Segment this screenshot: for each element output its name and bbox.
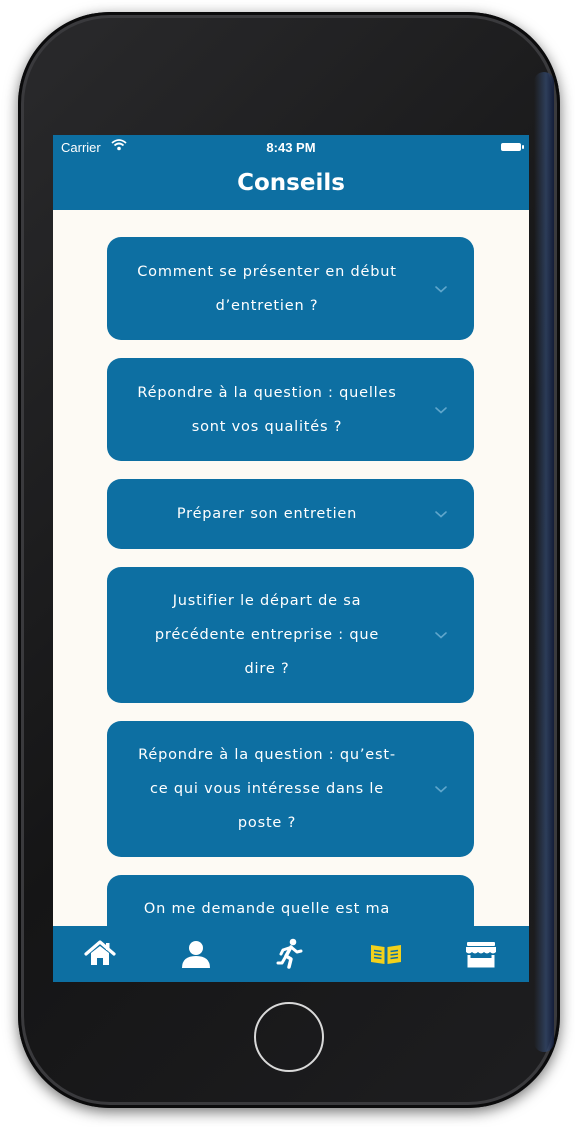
- home-button[interactable]: [254, 1002, 324, 1072]
- accordion-item-label: Répondre à la question : quelles sont vo…: [127, 376, 407, 444]
- chevron-down-icon: [435, 786, 447, 793]
- label-line: poste ?: [237, 815, 297, 831]
- chevron-down-icon: [435, 407, 447, 414]
- accordion-item-label: Préparer son entretien: [127, 497, 407, 531]
- accordion-item-label: Justifier le départ de sa précédente ent…: [127, 584, 407, 686]
- accordion-item-interest[interactable]: Répondre à la question : qu’est- ce qui …: [107, 721, 474, 857]
- label-line: Justifier le départ de sa: [172, 593, 362, 609]
- header: Carrier 8:43 PM Conseils: [53, 135, 529, 210]
- label-line: sont vos qualités ?: [191, 419, 343, 435]
- page-title: Conseils: [237, 170, 345, 196]
- label-line: On me demande quelle est ma: [143, 901, 391, 917]
- tab-bar: [53, 926, 529, 982]
- status-bar: Carrier 8:43 PM: [53, 135, 529, 157]
- app-screen: Carrier 8:43 PM Conseils Comment se prés…: [53, 135, 529, 982]
- user-icon: [182, 941, 210, 968]
- accordion-item-label: On me demande quelle est ma: [127, 892, 407, 926]
- chevron-down-icon: [435, 632, 447, 639]
- label-line: Répondre à la question : qu’est-: [138, 747, 396, 763]
- label-line: Répondre à la question : quelles: [137, 385, 397, 401]
- label-line: d’entretien ?: [215, 298, 319, 314]
- label-line: ce qui vous intéresse dans le: [150, 781, 384, 797]
- label-line: précédente entreprise : que: [154, 627, 380, 643]
- accordion-item-preparation[interactable]: Préparer son entretien: [107, 479, 474, 549]
- accordion-item-qualities[interactable]: Répondre à la question : quelles sont vo…: [107, 358, 474, 461]
- tab-activity[interactable]: [272, 936, 308, 972]
- tab-home[interactable]: [82, 936, 118, 972]
- label-line: Préparer son entretien: [176, 506, 358, 522]
- book-open-icon: [371, 945, 401, 964]
- chevron-down-icon: [435, 511, 447, 518]
- label-line: Comment se présenter en début: [137, 264, 397, 280]
- accordion-item-departure[interactable]: Justifier le départ de sa précédente ent…: [107, 567, 474, 703]
- home-icon: [84, 940, 116, 965]
- running-icon: [276, 938, 303, 969]
- tab-tips[interactable]: [368, 936, 404, 972]
- accordion-item-presentation[interactable]: Comment se présenter en début d’entretie…: [107, 237, 474, 340]
- chevron-down-icon: [435, 286, 447, 293]
- status-time: 8:43 PM: [266, 140, 316, 155]
- phone-edge-highlight: [534, 72, 554, 1052]
- accordion-item-label: Répondre à la question : qu’est- ce qui …: [127, 738, 407, 840]
- accordion-item-label: Comment se présenter en début d’entretie…: [127, 255, 407, 323]
- tab-profile[interactable]: [178, 936, 214, 972]
- tab-store[interactable]: [463, 936, 499, 972]
- battery-icon: [501, 143, 524, 151]
- store-icon: [466, 942, 496, 968]
- label-line: dire ?: [244, 661, 290, 677]
